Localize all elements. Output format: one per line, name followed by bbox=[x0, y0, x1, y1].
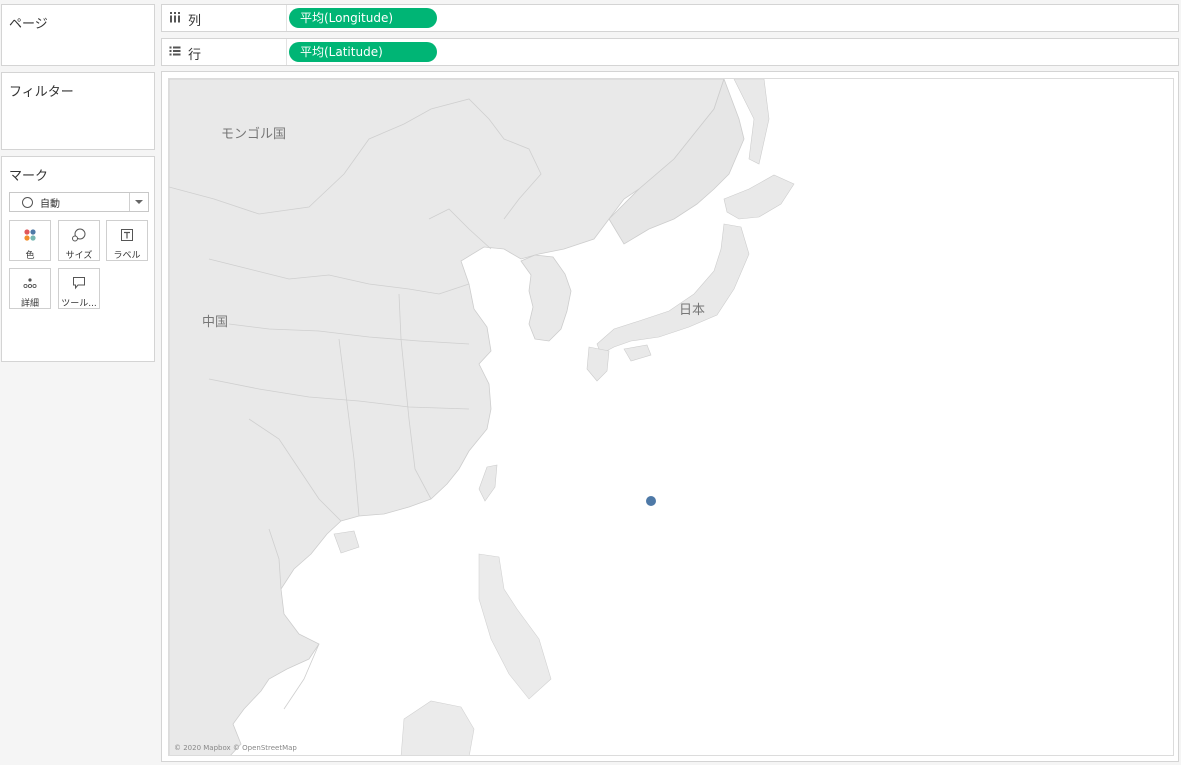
map-label-china: 中国 bbox=[202, 315, 229, 330]
size-icon bbox=[59, 227, 99, 242]
hokkaido-land bbox=[723, 174, 795, 220]
tooltip-icon bbox=[59, 275, 99, 290]
marks-card-title: マーク bbox=[9, 169, 49, 184]
rows-shelf-header: 行 bbox=[162, 39, 287, 65]
philippines-land bbox=[478, 553, 552, 700]
korea-land bbox=[520, 254, 572, 342]
mark-type-dropdown[interactable]: 自動 bbox=[9, 192, 149, 212]
rows-shelf[interactable]: 行 平均(Latitude) bbox=[161, 38, 1179, 66]
size-button[interactable]: サイズ bbox=[58, 220, 100, 261]
detail-button-label: 詳細 bbox=[20, 299, 39, 309]
label-button-label: ラベル bbox=[113, 251, 141, 261]
color-button-label: 色 bbox=[25, 251, 35, 261]
mark-type-label: 自動 bbox=[40, 199, 60, 210]
longitude-pill[interactable]: 平均(Longitude) bbox=[289, 8, 437, 28]
columns-icon bbox=[169, 11, 181, 26]
tooltip-button[interactable]: ツール... bbox=[58, 268, 100, 309]
filters-card-title: フィルター bbox=[9, 85, 74, 100]
columns-shelf-label: 列 bbox=[188, 14, 202, 29]
map-label-mongolia: モンゴル国 bbox=[221, 127, 287, 142]
rows-icon bbox=[169, 45, 181, 60]
color-button[interactable]: 色 bbox=[9, 220, 51, 261]
circle-icon bbox=[22, 197, 33, 208]
label-button[interactable]: ラベル bbox=[106, 220, 148, 261]
pages-card[interactable]: ページ bbox=[1, 4, 155, 66]
map-canvas[interactable]: モンゴル国 中国 日本 © 2020 Mapbox © OpenStreetMa… bbox=[168, 78, 1174, 756]
taiwan-land bbox=[478, 464, 498, 502]
marks-card: マーク 自動 色 サイズ ラベル 詳細 ツール... bbox=[1, 156, 155, 362]
columns-shelf-header: 列 bbox=[162, 5, 287, 31]
shikoku-land bbox=[623, 344, 652, 362]
kyushu-land bbox=[586, 346, 610, 382]
label-icon bbox=[107, 227, 147, 241]
detail-button[interactable]: 詳細 bbox=[9, 268, 51, 309]
rows-shelf-label: 行 bbox=[188, 48, 202, 63]
data-point[interactable] bbox=[646, 496, 656, 506]
map-view: モンゴル国 中国 日本 © 2020 Mapbox © OpenStreetMa… bbox=[161, 71, 1179, 762]
tooltip-button-label: ツール... bbox=[61, 299, 97, 309]
map-attribution[interactable]: © 2020 Mapbox © OpenStreetMap bbox=[174, 744, 297, 752]
latitude-pill[interactable]: 平均(Latitude) bbox=[289, 42, 437, 62]
map-label-japan: 日本 bbox=[679, 303, 706, 318]
color-icon bbox=[10, 227, 50, 241]
basemap bbox=[169, 79, 795, 755]
detail-icon bbox=[10, 275, 50, 289]
honshu-land bbox=[596, 223, 750, 355]
columns-shelf[interactable]: 列 平均(Longitude) bbox=[161, 4, 1179, 32]
borneo-land bbox=[400, 700, 475, 755]
hainan-land bbox=[333, 530, 360, 554]
chevron-down-icon[interactable] bbox=[129, 193, 148, 211]
pages-card-title: ページ bbox=[9, 17, 48, 32]
size-button-label: サイズ bbox=[65, 251, 93, 261]
mainland-land bbox=[169, 79, 725, 755]
filters-card[interactable]: フィルター bbox=[1, 72, 155, 150]
